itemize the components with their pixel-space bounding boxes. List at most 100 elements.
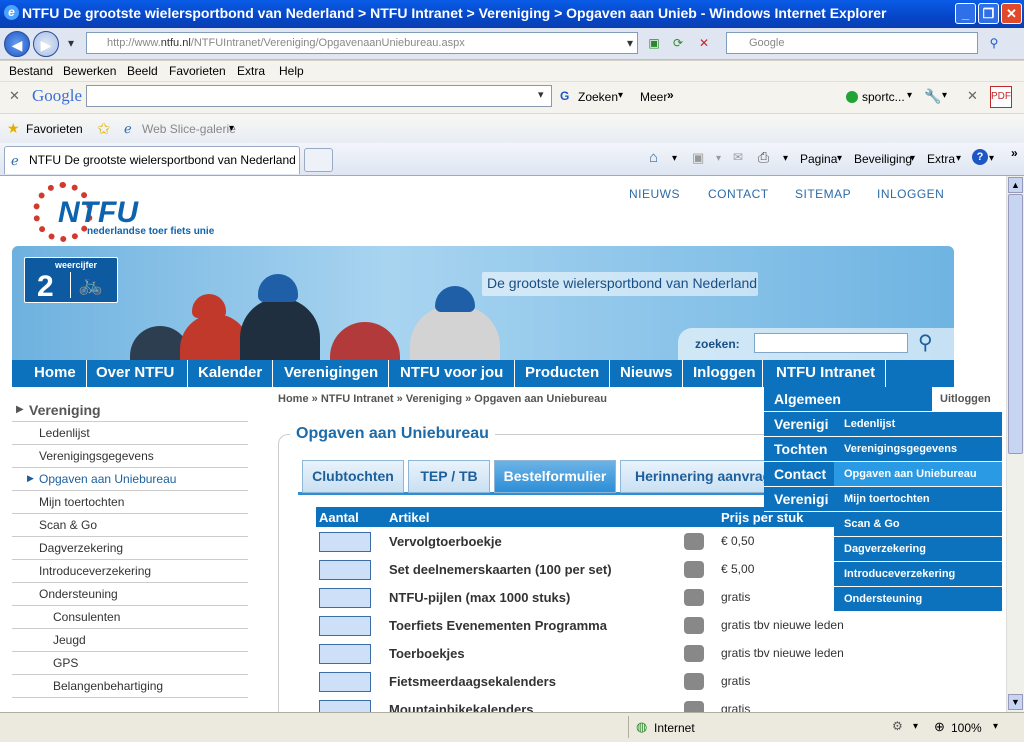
quantity-input[interactable] [319, 672, 371, 692]
logo-text[interactable]: NTFU [58, 196, 138, 230]
nav-inloggen[interactable]: Inloggen [693, 364, 756, 381]
zoeken-chevron-down-icon[interactable]: ▾ [618, 90, 623, 101]
intranet-menu-contact[interactable]: Contact [764, 462, 834, 487]
wrench-icon[interactable]: 🔧 [924, 88, 941, 105]
back-icon[interactable]: ◀ [4, 31, 30, 57]
tab-bestelformulier[interactable]: Bestelformulier [494, 460, 616, 493]
breadcrumb-intranet[interactable]: NTFU Intranet [321, 393, 394, 405]
address-input[interactable]: http://www.ntfu.nl/NTFUIntranet/Verenigi… [86, 32, 638, 54]
camera-icon[interactable] [684, 533, 704, 550]
sidebar-item-introduceverzekering[interactable]: Introduceverzekering [12, 560, 248, 583]
sidebar-subitem-jeugd[interactable]: Jeugd [12, 629, 248, 652]
intranet-menu-vereniging[interactable]: Verenigi [764, 412, 834, 437]
submenu-ondersteuning[interactable]: Ondersteuning [834, 587, 1002, 612]
menu-beeld[interactable]: Beeld [127, 64, 158, 78]
pagina-menu[interactable]: Pagina [800, 152, 837, 166]
forward-icon[interactable]: ▶ [33, 31, 59, 57]
sidebar-item-ledenlijst[interactable]: Ledenlijst [12, 422, 248, 445]
submenu-scan-go[interactable]: Scan & Go [834, 512, 1002, 537]
address-dropdown-icon[interactable]: ▾ [620, 33, 640, 53]
home-chevron-down-icon[interactable]: ▾ [672, 153, 677, 164]
sidebar-item-verenigingsgegevens[interactable]: Verenigingsgegevens [12, 445, 248, 468]
wrench-chevron-down-icon[interactable]: ▾ [942, 90, 947, 101]
nav-producten[interactable]: Producten [525, 364, 599, 381]
new-tab-button[interactable] [304, 148, 333, 172]
nav-over-ntfu[interactable]: Over NTFU [96, 364, 174, 381]
submenu-verenigingsgegevens[interactable]: Verenigingsgegevens [834, 437, 1002, 462]
breadcrumb-home[interactable]: Home [278, 393, 309, 405]
submenu-opgaven[interactable]: Opgaven aan Uniebureau [834, 462, 1002, 487]
pagina-chevron-down-icon[interactable]: ▾ [837, 153, 842, 164]
close-tab-icon[interactable]: ✕ [967, 88, 978, 104]
menu-help[interactable]: Help [279, 64, 304, 78]
web-slice-chevron-down-icon[interactable]: ▾ [229, 123, 234, 134]
search-input[interactable]: Google [726, 32, 978, 54]
zoom-icon[interactable]: ⊕ [934, 719, 945, 735]
submenu-ledenlijst[interactable]: Ledenlijst [834, 412, 1002, 437]
favorites-button[interactable]: Favorieten [26, 122, 83, 136]
maximize-button[interactable]: ❐ [978, 3, 999, 24]
scroll-down-icon[interactable]: ▼ [1008, 694, 1023, 710]
top-link-nieuws[interactable]: NIEUWS [629, 187, 680, 201]
home-icon[interactable]: ⌂ [649, 149, 658, 166]
browser-tab-active[interactable]: ℯ NTFU De grootste wielersportbond van N… [4, 146, 300, 174]
compatibility-icon[interactable]: ▣ [644, 33, 664, 53]
sidebar-subitem-belangenbehartiging[interactable]: Belangenbehartiging [12, 675, 248, 698]
sidebar-item-ondersteuning[interactable]: Ondersteuning [12, 583, 248, 606]
minimize-button[interactable]: _ [955, 3, 976, 24]
close-toolbar-icon[interactable]: ✕ [9, 88, 20, 104]
quantity-input[interactable] [319, 588, 371, 608]
site-search-icon[interactable]: ⚲ [918, 330, 933, 355]
quantity-input[interactable] [319, 700, 371, 712]
sidebar-subitem-consulenten[interactable]: Consulenten [12, 606, 248, 629]
help-chevron-down-icon[interactable]: ▾ [989, 153, 994, 164]
protected-chevron-down-icon[interactable]: ▾ [913, 721, 918, 732]
vertical-scrollbar[interactable]: ▲ ▼ [1006, 176, 1024, 712]
camera-icon[interactable] [684, 617, 704, 634]
camera-icon[interactable] [684, 673, 704, 690]
top-link-contact[interactable]: CONTACT [708, 187, 769, 201]
menu-favorieten[interactable]: Favorieten [169, 64, 226, 78]
web-slice-link[interactable]: Web Slice-galerie [142, 122, 236, 136]
submenu-dagverzekering[interactable]: Dagverzekering [834, 537, 1002, 562]
sidebar-subitem-gps[interactable]: GPS [12, 652, 248, 675]
camera-icon[interactable] [684, 561, 704, 578]
site-search-input[interactable] [754, 333, 908, 353]
camera-icon[interactable] [684, 645, 704, 662]
close-button[interactable]: ✕ [1001, 3, 1022, 24]
tab-clubtochten[interactable]: Clubtochten [302, 460, 404, 493]
scroll-up-icon[interactable]: ▲ [1008, 177, 1023, 193]
google-meer-button[interactable]: Meer [640, 90, 667, 104]
history-chevron-down-icon[interactable]: ▾ [61, 33, 81, 53]
scroll-thumb[interactable] [1008, 194, 1023, 454]
sidebar-heading-row[interactable]: ▶ Vereniging [12, 400, 248, 422]
menu-bewerken[interactable]: Bewerken [63, 64, 116, 78]
nav-nieuws[interactable]: Nieuws [620, 364, 673, 381]
tab-tep-tb[interactable]: TEP / TB [408, 460, 490, 493]
extra-menu[interactable]: Extra [927, 152, 955, 166]
stop-icon[interactable]: ✕ [694, 33, 714, 53]
intranet-menu-verenigingen[interactable]: Verenigi [764, 487, 834, 512]
nav-home[interactable]: Home [34, 364, 76, 381]
feeds-icon[interactable]: ▣ [692, 150, 704, 166]
weather-badge[interactable]: weercijfer 2 🚲 [24, 257, 118, 303]
pdf-icon[interactable]: PDF [990, 86, 1012, 108]
feeds-chevron-down-icon[interactable]: ▾ [716, 153, 721, 164]
nav-verenigingen[interactable]: Verenigingen [284, 364, 378, 381]
nav-ntfu-voor-jou[interactable]: NTFU voor jou [400, 364, 503, 381]
logout-link[interactable]: Uitloggen [940, 393, 991, 405]
sidebar-item-mijn-toertochten[interactable]: Mijn toertochten [12, 491, 248, 514]
beveiliging-chevron-down-icon[interactable]: ▾ [910, 153, 915, 164]
beveiliging-menu[interactable]: Beveiliging [854, 152, 912, 166]
nav-ntfu-intranet[interactable]: NTFU Intranet [776, 364, 875, 381]
protected-mode-icon[interactable]: ⚙ [892, 719, 903, 733]
zoom-chevron-down-icon[interactable]: ▾ [993, 721, 998, 732]
camera-icon[interactable] [684, 701, 704, 712]
quantity-input[interactable] [319, 560, 371, 580]
sidebar-item-dagverzekering[interactable]: Dagverzekering [12, 537, 248, 560]
more-chevron-icon[interactable]: » [1011, 146, 1018, 160]
add-favorite-icon[interactable]: ✩ [97, 119, 110, 139]
google-dropdown-icon[interactable]: ▾ [538, 88, 552, 108]
top-link-inloggen[interactable]: INLOGGEN [877, 187, 944, 201]
camera-icon[interactable] [684, 589, 704, 606]
